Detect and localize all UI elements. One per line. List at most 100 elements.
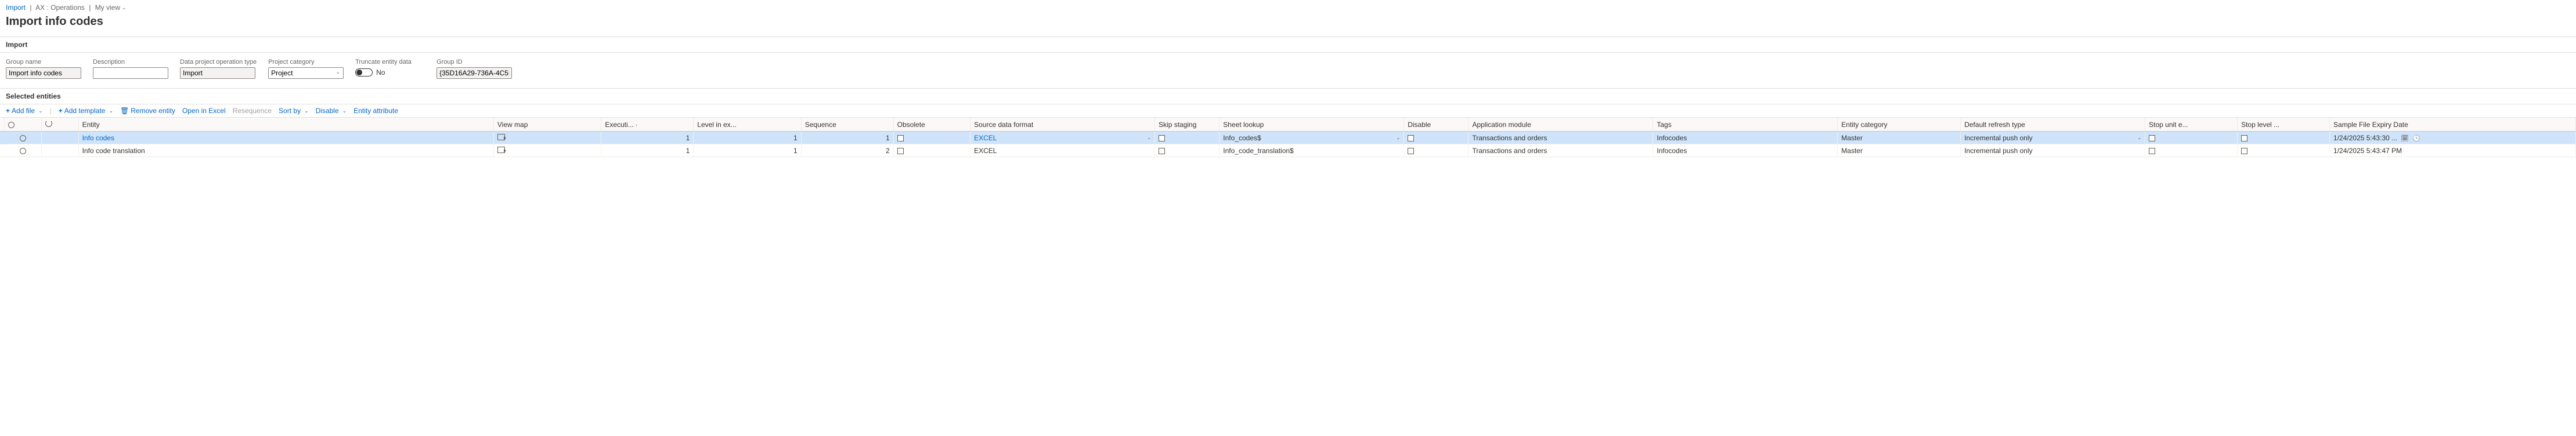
checkbox-icon (2149, 135, 2155, 141)
label-operation-type: Data project operation type (180, 59, 257, 66)
cmd-add-template-label: Add template (64, 107, 106, 115)
cell-tags[interactable]: Infocodes (1653, 144, 1838, 157)
cell-sheet-lookup[interactable]: Info_code_translation$ (1220, 144, 1404, 157)
cell-source-format[interactable]: EXCEL⌄ (970, 132, 1155, 144)
col-sheet-lookup[interactable]: Sheet lookup (1220, 118, 1404, 132)
cmd-entity-attribute[interactable]: Entity attribute (353, 107, 398, 115)
col-tags[interactable]: Tags (1653, 118, 1838, 132)
cell-execution-unit[interactable]: 1 (601, 144, 694, 157)
col-source-format[interactable]: Source data format (970, 118, 1155, 132)
input-group-name[interactable] (6, 67, 81, 79)
input-description[interactable] (93, 67, 168, 79)
input-operation-type[interactable] (180, 67, 255, 79)
cell-source-format[interactable]: EXCEL (970, 144, 1155, 157)
section-entities-header[interactable]: Selected entities (0, 88, 2576, 104)
col-entity-category[interactable]: Entity category (1838, 118, 1961, 132)
cell-entity[interactable]: Info codes (78, 132, 493, 144)
col-refresh[interactable] (42, 118, 79, 132)
cell-tags[interactable]: Infocodes (1653, 132, 1838, 144)
cell-disable[interactable] (1404, 132, 1469, 144)
toggle-truncate[interactable] (355, 68, 373, 77)
chevron-down-icon: ⌄ (109, 108, 113, 114)
cell-sample-expiry[interactable]: 1/24/2025 5:43:30 ...🗓🕒 (2330, 132, 2576, 144)
col-entity[interactable]: Entity (78, 118, 493, 132)
cell-obsolete[interactable] (893, 144, 970, 157)
field-description: Description (93, 59, 168, 79)
plus-icon: + (59, 107, 63, 115)
cmd-add-template[interactable]: +Add template⌄ (59, 107, 113, 115)
col-level[interactable]: Level in ex... (694, 118, 801, 132)
cmd-sort-by-label: Sort by (279, 107, 301, 115)
cell-stop-unit[interactable] (2145, 144, 2238, 157)
cmd-open-excel[interactable]: Open in Excel (182, 107, 226, 115)
clock-icon: 🕒 (2412, 135, 2420, 142)
checkbox-icon (1408, 135, 1414, 141)
row-status (42, 144, 79, 157)
cell-sample-expiry[interactable]: 1/24/2025 5:43:47 PM (2330, 144, 2576, 157)
cell-level[interactable]: 1 (694, 132, 801, 144)
col-sequence[interactable]: Sequence (801, 118, 893, 132)
entities-toolbar: +Add file⌄ | +Add template⌄ 🗑Remove enti… (0, 104, 2576, 118)
breadcrumb: Import | AX : Operations | My view⌄ (0, 0, 2576, 15)
cell-refresh-type[interactable]: Incremental push only (1961, 144, 2145, 157)
cell-view-map[interactable] (493, 144, 601, 157)
cell-stop-level[interactable] (2238, 132, 2330, 144)
breadcrumb-view-dropdown[interactable]: My view⌄ (95, 3, 127, 12)
cell-disable[interactable] (1404, 144, 1469, 157)
input-project-category[interactable] (268, 67, 344, 79)
cmd-add-file-label: Add file (12, 107, 35, 115)
col-view-map[interactable]: View map (493, 118, 601, 132)
col-refresh-type[interactable]: Default refresh type (1961, 118, 2145, 132)
cell-skip-staging[interactable] (1155, 132, 1220, 144)
checkbox-icon (897, 148, 904, 154)
cell-sequence[interactable]: 1 (801, 132, 893, 144)
cmd-sort-by[interactable]: Sort by⌄ (279, 107, 309, 115)
col-obsolete[interactable]: Obsolete (893, 118, 970, 132)
col-execution-unit[interactable]: Executi...↑ (601, 118, 694, 132)
cell-app-module[interactable]: Transactions and orders (1469, 132, 1653, 144)
chevron-down-icon: ⌄ (304, 108, 309, 114)
cmd-resequence: Resequence (233, 107, 272, 115)
table-row[interactable]: Info code translation112EXCELInfo_code_t… (0, 144, 2576, 157)
cell-view-map[interactable] (493, 132, 601, 144)
trash-icon: 🗑 (120, 107, 129, 115)
cell-stop-level[interactable] (2238, 144, 2330, 157)
cmd-add-file[interactable]: +Add file⌄ (6, 107, 43, 115)
breadcrumb-sep: | (30, 3, 31, 12)
input-group-id[interactable] (436, 67, 512, 79)
chevron-down-icon: ⌄ (342, 108, 347, 114)
view-map-icon (497, 134, 505, 140)
cell-sheet-lookup[interactable]: Info_codes$⌄ (1220, 132, 1404, 144)
section-import-header[interactable]: Import (0, 37, 2576, 53)
view-map-icon (497, 147, 505, 153)
cmd-disable[interactable]: Disable⌄ (316, 107, 347, 115)
breadcrumb-sep: | (89, 3, 91, 12)
col-stop-level[interactable]: Stop level ... (2238, 118, 2330, 132)
cell-stop-unit[interactable] (2145, 132, 2238, 144)
col-app-module[interactable]: Application module (1469, 118, 1653, 132)
import-form: Group name Description Data project oper… (0, 53, 2576, 88)
cell-sequence[interactable]: 2 (801, 144, 893, 157)
cell-execution-unit[interactable]: 1 (601, 132, 694, 144)
row-select[interactable] (5, 132, 42, 144)
row-radio-icon (20, 148, 26, 154)
cell-app-module[interactable]: Transactions and orders (1469, 144, 1653, 157)
col-select-all[interactable] (5, 118, 42, 132)
col-stop-unit[interactable]: Stop unit e... (2145, 118, 2238, 132)
table-row[interactable]: Info codes111EXCEL⌄Info_codes$⌄Transacti… (0, 132, 2576, 144)
cmd-disable-label: Disable (316, 107, 339, 115)
cell-entity-category[interactable]: Master (1838, 132, 1961, 144)
cmd-remove-entity[interactable]: 🗑Remove entity (120, 107, 175, 115)
calendar-icon: 🗓 (2401, 135, 2409, 142)
cell-skip-staging[interactable] (1155, 144, 1220, 157)
cell-entity[interactable]: Info code translation (78, 144, 493, 157)
col-sample-expiry[interactable]: Sample File Expiry Date (2330, 118, 2576, 132)
row-select[interactable] (5, 144, 42, 157)
cell-entity-category[interactable]: Master (1838, 144, 1961, 157)
cell-level[interactable]: 1 (694, 144, 801, 157)
breadcrumb-link-import[interactable]: Import (6, 3, 26, 12)
cell-refresh-type[interactable]: Incremental push only⌄ (1961, 132, 2145, 144)
col-disable[interactable]: Disable (1404, 118, 1469, 132)
col-skip-staging[interactable]: Skip staging (1155, 118, 1220, 132)
cell-obsolete[interactable] (893, 132, 970, 144)
